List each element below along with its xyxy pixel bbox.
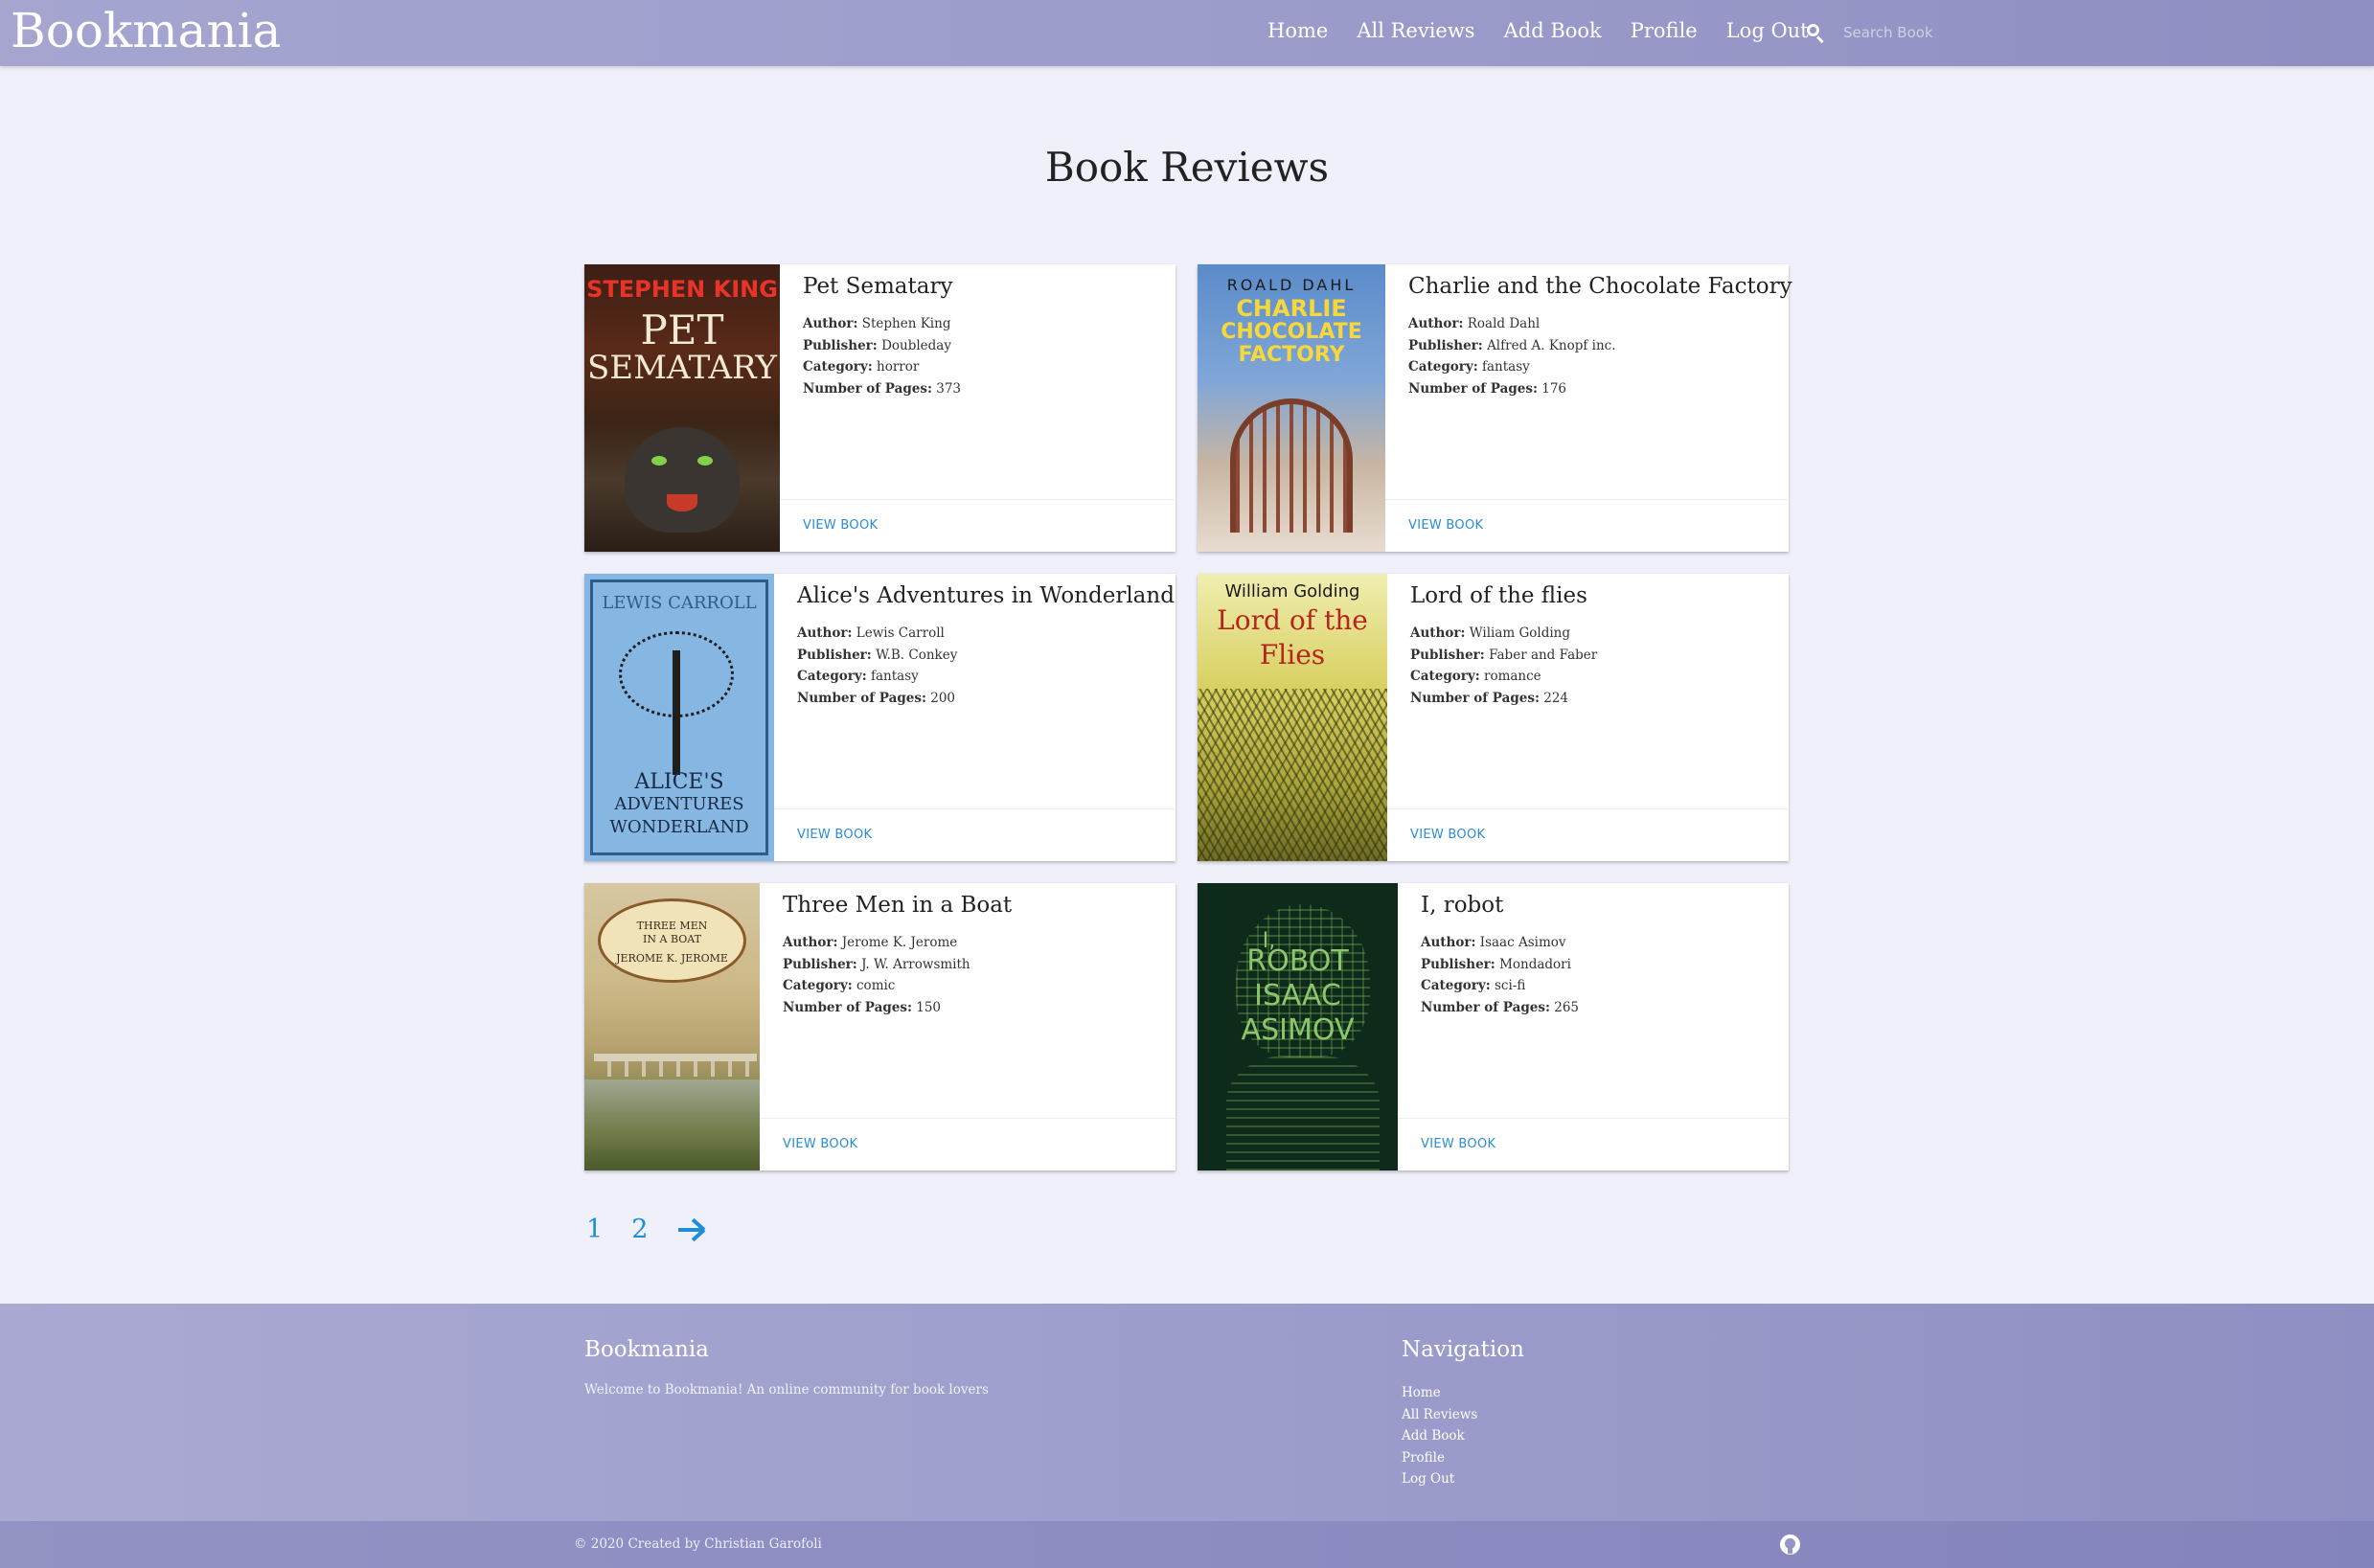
bridge-illustration [594, 1054, 757, 1077]
github-icon[interactable] [1780, 1534, 1800, 1555]
card-body: Three Men in a Boat Author: Jerome K. Je… [760, 883, 1176, 1170]
view-book-link[interactable]: VIEW BOOK [1421, 1137, 1495, 1151]
book-cover-image[interactable]: STEPHEN KING PET SEMATARY [584, 264, 780, 552]
book-card: STEPHEN KING PET SEMATARY Pet Sematary A… [584, 264, 1176, 552]
footer-bottom-bar: © 2020 Created by Christian Garofoli [0, 1521, 2374, 1568]
book-title: Pet Sematary [803, 274, 953, 299]
view-book-link[interactable]: VIEW BOOK [783, 1137, 857, 1151]
view-book-link[interactable]: VIEW BOOK [1408, 518, 1483, 533]
pagination: 1 2 [586, 1215, 706, 1244]
arrow-right-icon[interactable] [676, 1216, 706, 1244]
page-title: Book Reviews [1044, 144, 1330, 191]
book-cover-image[interactable]: William Golding Lord of the Flies [1198, 574, 1387, 861]
card-action: VIEW BOOK [1398, 1118, 1789, 1170]
book-card: I, ROBOT ISAAC ASIMOV I, robot Author: I… [1198, 883, 1789, 1170]
card-action: VIEW BOOK [1385, 499, 1789, 552]
footer-link-all-reviews[interactable]: All Reviews [1402, 1404, 1477, 1426]
footer-link-home[interactable]: Home [1402, 1382, 1477, 1404]
book-meta: Author: Jerome K. Jerome Publisher: J. W… [783, 935, 970, 1015]
book-title: Lord of the flies [1410, 583, 1587, 608]
book-cover-image[interactable]: ROALD DAHL CHARLIE CHOCOLATE FACTORY [1198, 264, 1385, 552]
footer-link-profile[interactable]: Profile [1402, 1447, 1477, 1469]
card-action: VIEW BOOK [1387, 808, 1789, 861]
nav-link-profile[interactable]: Profile [1631, 19, 1698, 42]
page-link-1[interactable]: 1 [586, 1215, 603, 1244]
book-meta: Author: Isaac Asimov Publisher: Mondador… [1421, 935, 1580, 1015]
view-book-link[interactable]: VIEW BOOK [1410, 828, 1485, 842]
factory-gate-illustration [1230, 398, 1353, 533]
cat-illustration [625, 427, 740, 533]
page-link-2[interactable]: 2 [631, 1215, 648, 1244]
book-card: William Golding Lord of the Flies Lord o… [1198, 574, 1789, 861]
nav-link-log-out[interactable]: Log Out [1726, 19, 1809, 42]
book-title: Charlie and the Chocolate Factory [1408, 274, 1792, 299]
view-book-link[interactable]: VIEW BOOK [803, 518, 878, 533]
card-action: VIEW BOOK [760, 1118, 1176, 1170]
footer-brand: Bookmania [584, 1337, 709, 1362]
search-box [1805, 17, 2035, 48]
nav-link-all-reviews[interactable]: All Reviews [1357, 19, 1474, 42]
jungle-illustration [1198, 689, 1387, 861]
card-action: VIEW BOOK [774, 808, 1176, 861]
card-body: Lord of the flies Author: Wiliam Golding… [1387, 574, 1789, 861]
book-meta: Author: Roald Dahl Publisher: Alfred A. … [1408, 316, 1616, 397]
book-card: LEWIS CARROLL ALICE'S ADVENTURES WONDERL… [584, 574, 1176, 861]
book-title: Three Men in a Boat [783, 893, 1013, 918]
footer-link-add-book[interactable]: Add Book [1402, 1425, 1477, 1447]
book-title: Alice's Adventures in Wonderland [797, 583, 1175, 608]
card-body: I, robot Author: Isaac Asimov Publisher:… [1398, 883, 1789, 1170]
book-card: ROALD DAHL CHARLIE CHOCOLATE FACTORY Cha… [1198, 264, 1792, 552]
book-meta: Author: Wiliam Golding Publisher: Faber … [1410, 625, 1598, 706]
card-body: Alice's Adventures in Wonderland Author:… [774, 574, 1176, 861]
book-card: THREE MEN IN A BOAT JEROME K. JEROME Thr… [584, 883, 1176, 1170]
footer: Bookmania Welcome to Bookmania! An onlin… [0, 1304, 2374, 1568]
nav-link-home[interactable]: Home [1267, 19, 1328, 42]
footer-tagline: Welcome to Bookmania! An online communit… [584, 1382, 989, 1398]
footer-link-log-out[interactable]: Log Out [1402, 1468, 1477, 1490]
card-body: Charlie and the Chocolate Factory Author… [1385, 264, 1792, 552]
book-meta: Author: Stephen King Publisher: Doubleda… [803, 316, 962, 397]
card-action: VIEW BOOK [780, 499, 1176, 552]
top-navbar: Bookmania Home All Reviews Add Book Prof… [0, 0, 2374, 66]
book-cover-image[interactable]: I, ROBOT ISAAC ASIMOV [1198, 883, 1398, 1170]
book-meta: Author: Lewis Carroll Publisher: W.B. Co… [797, 625, 958, 706]
search-input[interactable] [1843, 17, 2035, 48]
footer-nav-title: Navigation [1402, 1337, 1524, 1362]
book-cover-image[interactable]: LEWIS CARROLL ALICE'S ADVENTURES WONDERL… [584, 574, 774, 861]
nav-link-add-book[interactable]: Add Book [1504, 19, 1602, 42]
book-title: I, robot [1421, 893, 1504, 918]
brand-logo[interactable]: Bookmania [11, 2, 281, 59]
nav-links: Home All Reviews Add Book Profile Log Ou… [1267, 0, 1838, 61]
footer-nav: Home All Reviews Add Book Profile Log Ou… [1402, 1382, 1477, 1490]
copyright-text: © 2020 Created by Christian Garofoli [574, 1536, 822, 1552]
card-body: Pet Sematary Author: Stephen King Publis… [780, 264, 1176, 552]
search-icon[interactable] [1805, 22, 1826, 44]
book-cover-image[interactable]: THREE MEN IN A BOAT JEROME K. JEROME [584, 883, 760, 1170]
view-book-link[interactable]: VIEW BOOK [797, 828, 872, 842]
